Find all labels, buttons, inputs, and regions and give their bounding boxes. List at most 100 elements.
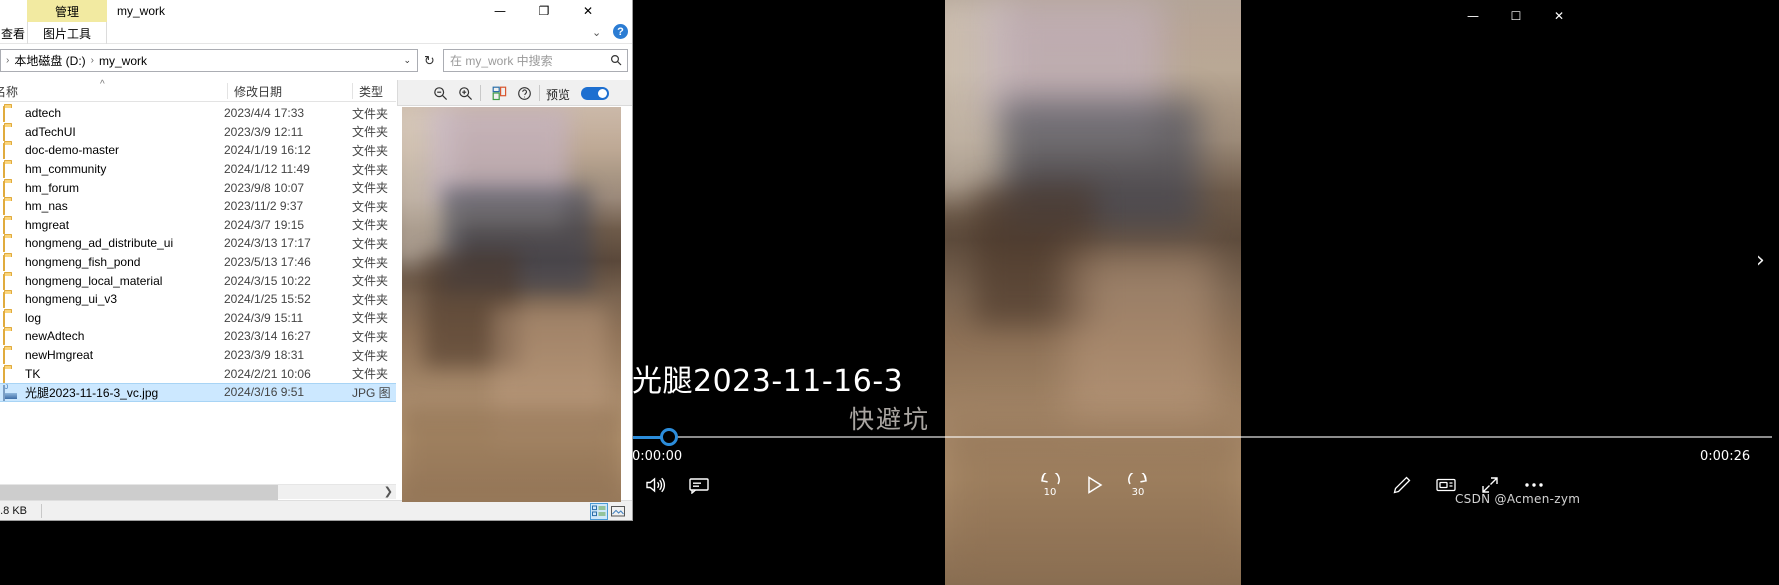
details-view-icon[interactable]: [590, 503, 608, 520]
pencil-edit-icon[interactable]: [1385, 468, 1419, 502]
search-input[interactable]: 在 my_work 中搜索: [443, 49, 628, 72]
horizontal-scrollbar[interactable]: ❯: [0, 484, 396, 500]
file-type: 文件夹: [352, 292, 389, 307]
file-name: hongmeng_local_material: [25, 273, 163, 288]
total-time-label: 0:00:26: [1700, 449, 1751, 464]
folder-glyph: [3, 348, 5, 365]
player-maximize-button[interactable]: ☐: [1493, 0, 1539, 32]
table-row[interactable]: newAdtech 2023/3/14 16:27 文件夹: [0, 327, 396, 346]
next-item-chevron-icon[interactable]: ›: [1756, 248, 1765, 273]
volume-icon[interactable]: [638, 468, 672, 502]
file-type: 文件夹: [352, 274, 389, 289]
scrollbar-thumb[interactable]: [0, 485, 278, 500]
file-name: TK: [25, 366, 41, 381]
file-date: 2023/11/2 9:37: [224, 199, 304, 214]
thumbnails-view-icon[interactable]: [609, 503, 627, 520]
breadcrumb-item-drive[interactable]: 本地磁盘 (D:): [12, 52, 87, 69]
file-date: 2023/3/9 12:11: [224, 124, 304, 139]
explorer-close-button[interactable]: ✕: [566, 0, 610, 22]
folder-glyph: [3, 124, 5, 141]
table-row[interactable]: hm_community 2024/1/12 11:49 文件夹: [0, 160, 396, 179]
folder-icon: [3, 310, 19, 327]
forward-seconds-label: 30: [1131, 487, 1145, 498]
column-header-type[interactable]: 类型: [352, 83, 383, 99]
file-date: 2023/5/13 17:46: [224, 255, 311, 270]
zoom-in-icon[interactable]: [456, 84, 474, 102]
player-minimize-button[interactable]: —: [1450, 0, 1496, 32]
file-name: hongmeng_ad_distribute_ui: [25, 236, 174, 251]
seek-bar[interactable]: [632, 428, 1772, 446]
table-row[interactable]: newHmgreat 2023/3/9 18:31 文件夹: [0, 346, 396, 365]
scrollbar-right-arrow[interactable]: ❯: [384, 485, 393, 498]
chevron-up-icon[interactable]: ⌄: [592, 26, 601, 39]
table-row[interactable]: adtech 2023/4/4 17:33 文件夹: [0, 104, 396, 123]
folder-icon: [3, 124, 19, 141]
preview-image[interactable]: [402, 107, 621, 502]
file-type: 文件夹: [352, 255, 389, 270]
play-button[interactable]: [1077, 468, 1111, 502]
zoom-out-icon[interactable]: [431, 84, 449, 102]
tab-picture-tools[interactable]: 图片工具: [27, 22, 107, 44]
folder-glyph: [3, 106, 5, 123]
breadcrumb[interactable]: › 本地磁盘 (D:) › my_work ⌄: [0, 49, 418, 72]
file-name: hm_forum: [25, 180, 80, 195]
table-row[interactable]: hm_nas 2023/11/2 9:37 文件夹: [0, 197, 396, 216]
tab-manage[interactable]: 管理: [27, 0, 107, 22]
preview-toggle[interactable]: [581, 87, 609, 100]
folder-icon: [3, 143, 19, 160]
captions-icon[interactable]: [682, 468, 716, 502]
file-type: JPG 图: [352, 385, 391, 400]
folder-glyph: [3, 292, 5, 309]
file-type: 文件夹: [352, 329, 389, 344]
tab-view[interactable]: 查看: [0, 22, 26, 44]
explorer-window-title: my_work: [117, 4, 166, 18]
search-placeholder: 在 my_work 中搜索: [450, 54, 553, 68]
seek-thumb[interactable]: [660, 428, 678, 446]
table-row[interactable]: TK 2024/2/21 10:06 文件夹: [0, 364, 396, 383]
explorer-minimize-button[interactable]: —: [478, 0, 522, 22]
breadcrumb-item-folder[interactable]: my_work: [97, 54, 149, 68]
explorer-maximize-button[interactable]: ❐: [522, 0, 566, 22]
table-row[interactable]: hongmeng_fish_pond 2023/5/13 17:46 文件夹: [0, 253, 396, 272]
chevron-down-icon[interactable]: ⌄: [403, 55, 411, 66]
column-header-date[interactable]: 修改日期: [227, 83, 282, 99]
file-date: 2024/2/21 10:06: [224, 366, 311, 381]
file-list[interactable]: adtech 2023/4/4 17:33 文件夹 adTechUI 2023/3/9 …: [0, 104, 396, 482]
table-row[interactable]: hm_forum 2023/9/8 10:07 文件夹: [0, 178, 396, 197]
folder-glyph: [3, 217, 5, 234]
file-date: 2024/3/13 17:17: [224, 236, 311, 251]
video-title: 光腿2023-11-16-3: [632, 364, 904, 399]
help-icon[interactable]: [515, 84, 533, 102]
preview-pane-toolbar: 预览: [397, 80, 632, 106]
seek-track[interactable]: [632, 436, 1772, 438]
preview-label: 预览: [546, 88, 571, 102]
file-name: 光腿2023-11-16-3_vc.jpg: [25, 385, 159, 400]
breadcrumb-separator: ›: [6, 55, 10, 66]
table-row[interactable]: doc-demo-master 2024/1/19 16:12 文件夹: [0, 141, 396, 160]
file-name: newAdtech: [25, 329, 85, 344]
table-row[interactable]: 光腿2023-11-16-3_vc.jpg 2024/3/16 9:51 JPG 图: [0, 382, 396, 402]
table-row[interactable]: hongmeng_local_material 2024/3/15 10:22 文件…: [0, 271, 396, 290]
folder-icon: [3, 236, 19, 253]
status-text: 4.8 KB: [0, 505, 28, 517]
table-row[interactable]: log 2024/3/9 15:11 文件夹: [0, 309, 396, 328]
layout-icon[interactable]: [490, 84, 508, 102]
table-row[interactable]: hmgreat 2024/3/7 19:15 文件夹: [0, 216, 396, 235]
file-date: 2023/3/14 16:27: [224, 329, 311, 344]
folder-glyph: [3, 366, 5, 383]
table-row[interactable]: hongmeng_ui_v3 2024/1/25 15:52 文件夹: [0, 290, 396, 309]
rewind-10-icon[interactable]: 10: [1033, 468, 1067, 502]
player-close-button[interactable]: ✕: [1536, 0, 1582, 32]
file-name: adtech: [25, 106, 62, 121]
folder-glyph: [3, 273, 5, 290]
search-icon[interactable]: [610, 54, 622, 69]
jpg-file-icon: [3, 385, 19, 402]
refresh-icon[interactable]: ↻: [420, 49, 439, 72]
file-date: 2024/3/16 9:51: [224, 385, 305, 400]
status-bar: 4.8 KB: [0, 500, 632, 520]
column-header-name[interactable]: 名称: [0, 83, 18, 100]
forward-30-icon[interactable]: 30: [1121, 468, 1155, 502]
table-row[interactable]: adTechUI 2023/3/9 12:11 文件夹: [0, 123, 396, 142]
table-row[interactable]: hongmeng_ad_distribute_ui 2024/3/13 17:17…: [0, 234, 396, 253]
help-icon[interactable]: ?: [613, 24, 628, 39]
